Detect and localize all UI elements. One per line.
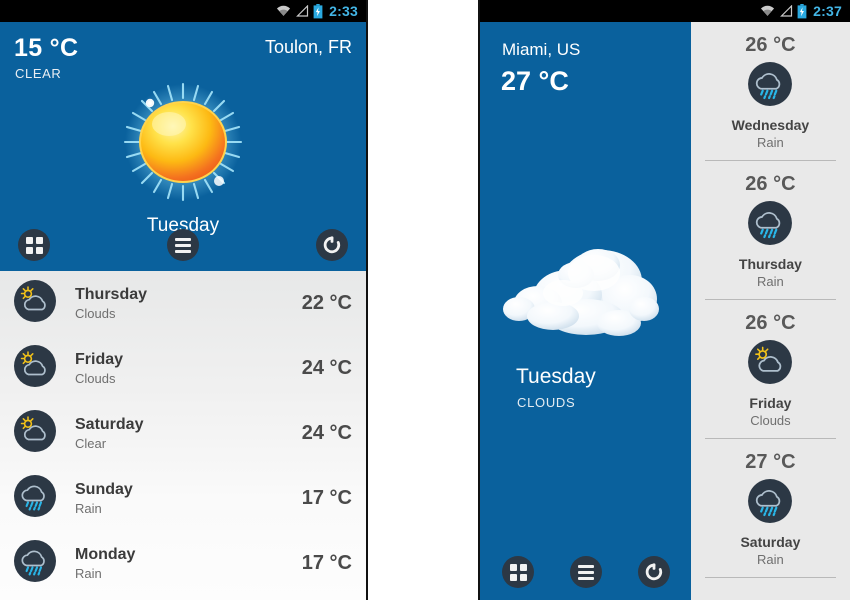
current-day-label: Tuesday	[516, 365, 596, 388]
phone-right: 2:37 Miami, US 27 °C Tuesday CLOUDS 26 °…	[478, 0, 850, 600]
bottom-toolbar-right	[480, 544, 692, 600]
forecast-day: Thursday	[75, 286, 148, 303]
forecast-card[interactable]: 26 °C	[691, 300, 850, 439]
forecast-day: Friday	[749, 394, 792, 411]
battery-charging-icon	[313, 3, 323, 18]
rain-cloud-icon	[747, 61, 793, 112]
battery-charging-icon	[797, 3, 807, 18]
forecast-day: Monday	[75, 546, 136, 563]
forecast-condition: Rain	[75, 566, 102, 581]
forecast-day: Sunday	[75, 481, 133, 498]
card-divider	[704, 577, 836, 578]
status-bar-right: 2:37	[480, 0, 850, 22]
list-item[interactable]: Saturday Clear 24 °C	[0, 401, 366, 466]
forecast-card[interactable]: 26 °C	[691, 161, 850, 300]
phone-left: 2:33 15 °C CLEAR Toulon, FR Tuesday Thur…	[0, 0, 368, 600]
forecast-condition: Clear	[75, 436, 107, 451]
forecast-card[interactable]: 26 °C	[691, 22, 850, 161]
list-view-button[interactable]	[167, 229, 199, 261]
list-item-text: Thursday Clouds	[75, 285, 302, 322]
status-bar-icons	[760, 3, 807, 19]
forecast-temperature: 26 °C	[745, 172, 796, 195]
forecast-temperature: 24 °C	[301, 357, 352, 379]
list-item-text: Saturday Clear	[75, 415, 302, 452]
sun-cloud-icon	[747, 339, 793, 390]
forecast-temperature: 22 °C	[301, 292, 352, 314]
forecast-condition: Clouds	[75, 306, 116, 321]
list-icon	[578, 564, 594, 580]
current-location: Miami, US	[502, 40, 581, 59]
forecast-condition: Rain	[757, 134, 784, 150]
grid-icon	[509, 563, 527, 581]
screenshot-root: 2:33 15 °C CLEAR Toulon, FR Tuesday Thur…	[0, 0, 850, 600]
signal-icon	[296, 5, 309, 17]
grid-icon	[25, 236, 43, 254]
hero-weather-icon-wrap	[0, 80, 366, 208]
grid-view-button[interactable]	[502, 556, 534, 588]
sun-cloud-icon	[13, 279, 57, 328]
bottom-toolbar-left	[0, 219, 366, 271]
status-bar-clock: 2:37	[813, 3, 842, 19]
grid-view-button[interactable]	[18, 229, 50, 261]
list-item-text: Friday Clouds	[75, 350, 302, 387]
status-bar-clock: 2:33	[329, 3, 358, 19]
status-bar-left: 2:33	[0, 0, 366, 22]
current-temperature: 27 °C	[501, 66, 569, 96]
list-item[interactable]: Friday Clouds 24 °C	[0, 336, 366, 401]
forecast-temperature: 24 °C	[301, 422, 352, 444]
rain-cloud-icon	[13, 539, 57, 588]
forecast-day: Wednesday	[731, 116, 810, 133]
current-temperature: 15 °C	[14, 34, 79, 62]
forecast-condition: Clouds	[75, 371, 116, 386]
list-item[interactable]: Thursday Clouds 22 °C	[0, 271, 366, 336]
forecast-day: Thursday	[738, 255, 802, 272]
current-condition: CLEAR	[15, 66, 62, 81]
cloud-icon	[498, 237, 673, 362]
rain-cloud-icon	[13, 474, 57, 523]
forecast-temperature: 26 °C	[745, 33, 796, 56]
forecast-temperature: 26 °C	[745, 311, 796, 334]
refresh-icon	[323, 236, 341, 254]
refresh-button[interactable]	[316, 229, 348, 261]
sun-icon	[123, 82, 243, 202]
sun-cloud-icon	[13, 409, 57, 458]
forecast-temperature: 17 °C	[301, 487, 352, 509]
list-item[interactable]: Sunday Rain 17 °C	[0, 466, 366, 531]
current-weather-panel-right: Miami, US 27 °C Tuesday CLOUDS	[480, 22, 691, 600]
forecast-day: Saturday	[740, 533, 801, 550]
sun-cloud-icon	[13, 344, 57, 393]
forecast-list-left[interactable]: Thursday Clouds 22 °C Friday Clouds 24 °…	[0, 271, 366, 600]
forecast-sidebar-right[interactable]: 26 °C Wednesday Rain 26 °C Thursday Rain…	[690, 22, 850, 600]
forecast-condition: Rain	[75, 501, 102, 516]
app-body-right: Miami, US 27 °C Tuesday CLOUDS 26 °C Wed…	[480, 22, 850, 600]
list-item[interactable]: Monday Rain 17 °C	[0, 531, 366, 596]
wifi-icon	[277, 5, 291, 16]
rain-cloud-icon	[747, 478, 793, 529]
list-item-text: Sunday Rain	[75, 480, 302, 517]
forecast-card[interactable]: 27 °C Saturday Rain	[691, 439, 850, 578]
current-location: Toulon, FR	[264, 37, 352, 57]
signal-icon	[780, 5, 793, 17]
refresh-icon	[645, 563, 663, 581]
list-icon	[175, 237, 191, 253]
wifi-icon	[761, 5, 775, 16]
forecast-day: Saturday	[75, 416, 144, 433]
list-view-button[interactable]	[570, 556, 602, 588]
current-condition: CLOUDS	[517, 395, 576, 410]
current-weather-hero-left: 15 °C CLEAR Toulon, FR Tuesday	[0, 22, 366, 271]
forecast-condition: Rain	[757, 273, 784, 289]
forecast-temperature: 17 °C	[301, 552, 352, 574]
forecast-condition: Clouds	[750, 412, 791, 428]
list-item-text: Monday Rain	[75, 545, 302, 582]
rain-cloud-icon	[747, 200, 793, 251]
forecast-condition: Rain	[757, 551, 784, 567]
forecast-temperature: 27 °C	[745, 450, 796, 473]
refresh-button[interactable]	[638, 556, 670, 588]
status-bar-icons	[276, 3, 323, 19]
forecast-day: Friday	[75, 351, 124, 368]
